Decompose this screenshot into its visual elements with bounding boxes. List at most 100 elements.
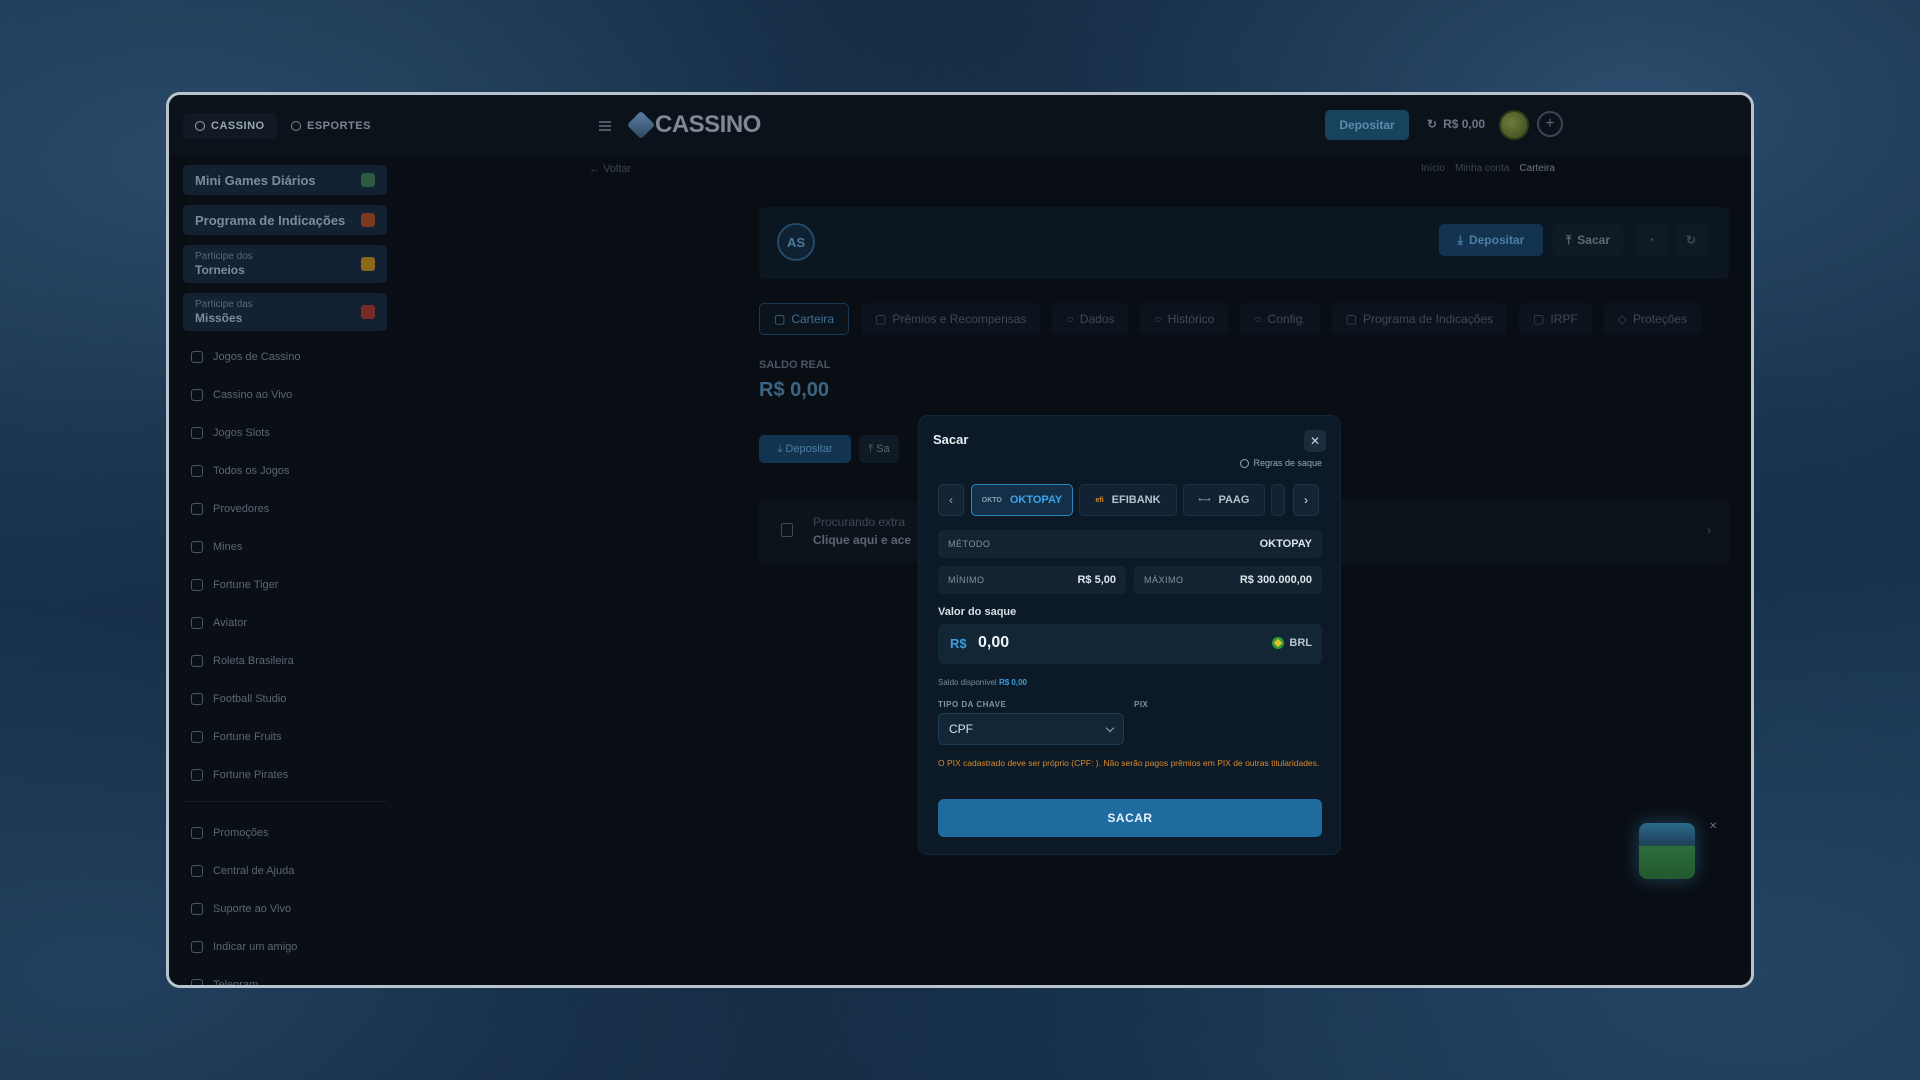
nav-suporte-ao-vivo[interactable]: Suporte ao Vivo bbox=[191, 903, 291, 915]
gear-icon: ○ bbox=[1254, 312, 1262, 326]
user-avatar[interactable]: AS bbox=[777, 223, 815, 261]
profile-deposit-button[interactable]: ⤓ Depositar bbox=[1439, 224, 1543, 256]
back-link[interactable]: ← Voltar bbox=[589, 163, 631, 175]
rules-label: Regras de saque bbox=[1253, 458, 1322, 468]
nav-jogos-slots[interactable]: Jogos Slots bbox=[191, 427, 270, 439]
help-icon bbox=[191, 865, 203, 877]
prev-method-button[interactable]: ‹ bbox=[938, 484, 964, 516]
next-method-button[interactable]: › bbox=[1293, 484, 1319, 516]
tab-historico[interactable]: ○ Histórico bbox=[1140, 303, 1229, 335]
nav-central-de-ajuda[interactable]: Central de Ajuda bbox=[191, 865, 294, 877]
max-key: MÁXIMO bbox=[1144, 575, 1184, 585]
promo-subtitle: Participe dos bbox=[195, 251, 253, 262]
method-efibank[interactable]: efi EFIBANK bbox=[1079, 484, 1177, 516]
games-icon bbox=[191, 465, 203, 477]
withdraw-rules-link[interactable]: Regras de saque bbox=[1240, 458, 1322, 468]
saldo-withdraw-button[interactable]: ⤒ Sa bbox=[859, 435, 899, 463]
target-icon bbox=[361, 305, 375, 319]
promo-torneios[interactable]: Participe dos Torneios bbox=[183, 245, 387, 283]
provider-icon bbox=[191, 503, 203, 515]
mines-icon bbox=[191, 541, 203, 553]
tab-indicacoes[interactable]: ▢ Programa de Indicações bbox=[1331, 303, 1508, 335]
amount-input[interactable]: R$ 0,00 BRL bbox=[938, 624, 1322, 664]
add-button[interactable]: + bbox=[1537, 111, 1563, 137]
dice-icon bbox=[361, 173, 375, 187]
nav-provedores[interactable]: Provedores bbox=[191, 503, 269, 515]
tab-protecoes[interactable]: ◇ Proteções bbox=[1603, 303, 1701, 335]
currency-code: BRL bbox=[1289, 637, 1312, 649]
chevron-left-icon: ‹ bbox=[949, 493, 953, 507]
nav-mines[interactable]: Mines bbox=[191, 541, 242, 553]
method-paag[interactable]: •—• PAAG bbox=[1183, 484, 1265, 516]
promo-title: Torneios bbox=[195, 263, 245, 277]
nav-telegram[interactable]: Telegram bbox=[191, 979, 258, 985]
promo-subtitle: Participe das bbox=[195, 299, 253, 310]
tab-premios[interactable]: ▢ Prêmios e Recompensas bbox=[861, 303, 1041, 335]
efibank-logo: efi bbox=[1095, 496, 1104, 504]
tab-config[interactable]: ○ Config. bbox=[1240, 303, 1320, 335]
tab-label: Proteções bbox=[1632, 312, 1687, 326]
tab-irpf[interactable]: ▢ IRPF bbox=[1519, 303, 1592, 335]
tab-cassino[interactable]: CASSINO bbox=[183, 113, 277, 139]
nav-label: Todos os Jogos bbox=[213, 465, 290, 477]
menu-icon[interactable] bbox=[599, 121, 611, 131]
breadcrumb-item[interactable]: Início bbox=[1421, 163, 1445, 174]
promo-mini-games[interactable]: Mini Games Diários bbox=[183, 165, 387, 195]
min-value: R$ 5,00 bbox=[1077, 574, 1116, 586]
profile-withdraw-button[interactable]: ⤒ Sacar bbox=[1553, 224, 1623, 256]
pirate-icon bbox=[191, 769, 203, 781]
nav-promocoes[interactable]: Promoções bbox=[191, 827, 269, 839]
saldo-label: SALDO REAL bbox=[759, 359, 831, 371]
live-icon bbox=[191, 389, 203, 401]
sidebar: Mini Games Diários Programa de Indicaçõe… bbox=[169, 155, 399, 985]
promo-missoes[interactable]: Participe das Missões bbox=[183, 293, 387, 331]
tab-esportes[interactable]: ESPORTES bbox=[279, 113, 383, 139]
close-icon[interactable]: ✕ bbox=[1304, 430, 1326, 452]
balance-display[interactable]: ↻ R$ 0,00 bbox=[1427, 117, 1485, 131]
promo-indicacoes[interactable]: Programa de Indicações bbox=[183, 205, 387, 235]
tab-carteira[interactable]: ▢ Carteira bbox=[759, 303, 850, 335]
chat-icon bbox=[191, 903, 203, 915]
close-icon[interactable]: ✕ bbox=[1709, 821, 1717, 832]
currency-selector[interactable]: BRL bbox=[1272, 637, 1312, 649]
method-label: OKTOPAY bbox=[1009, 494, 1063, 506]
nav-label: Cassino ao Vivo bbox=[213, 389, 293, 401]
promo-title: Missões bbox=[195, 311, 243, 325]
fruit-icon bbox=[191, 731, 203, 743]
balance-value: R$ 0,00 bbox=[1443, 117, 1486, 131]
nav-aviator[interactable]: Aviator bbox=[191, 617, 247, 629]
amount-value: 0,00 bbox=[978, 634, 1010, 651]
saldo-deposit-button[interactable]: ⤓ Depositar bbox=[759, 435, 851, 463]
nav-fortune-pirates[interactable]: Fortune Pirates bbox=[191, 769, 288, 781]
method-oktopay[interactable]: OKTO OKTOPAY bbox=[971, 484, 1073, 516]
tab-label: Config. bbox=[1267, 312, 1306, 326]
method-label: PAAG bbox=[1218, 494, 1250, 506]
nav-football-studio[interactable]: Football Studio bbox=[191, 693, 286, 705]
nav-label: Fortune Fruits bbox=[213, 731, 282, 743]
nav-roleta-brasileira[interactable]: Roleta Brasileira bbox=[191, 655, 294, 667]
nav-fortune-fruits[interactable]: Fortune Fruits bbox=[191, 731, 281, 743]
logo[interactable]: CASSINO bbox=[626, 110, 761, 140]
deposit-button[interactable]: Depositar bbox=[1325, 110, 1409, 140]
nav-fortune-tiger[interactable]: Fortune Tiger bbox=[191, 579, 278, 591]
tab-label: Dados bbox=[1079, 312, 1115, 326]
method-partial[interactable] bbox=[1271, 484, 1285, 516]
tab-dados[interactable]: ○ Dados bbox=[1052, 303, 1129, 335]
avatar[interactable] bbox=[1499, 110, 1529, 140]
chevron-right-icon: › bbox=[1707, 523, 1711, 537]
account-tabs: ▢ Carteira ▢ Prêmios e Recompensas ○ Dados … bbox=[759, 303, 1701, 335]
key-type-select[interactable]: CPF bbox=[938, 713, 1124, 745]
modal-title: Sacar bbox=[933, 432, 969, 447]
bell-icon[interactable]: ◔ bbox=[1635, 224, 1667, 256]
sacar-button[interactable]: SACAR bbox=[938, 799, 1322, 837]
key-type-value: CPF bbox=[949, 722, 973, 736]
refresh-icon[interactable]: ↻ bbox=[1675, 224, 1707, 256]
sidebar-divider bbox=[183, 801, 387, 802]
gift-chest-widget[interactable] bbox=[1639, 823, 1695, 879]
nav-jogos-de-cassino[interactable]: Jogos de Cassino bbox=[191, 351, 300, 363]
nav-cassino-ao-vivo[interactable]: Cassino ao Vivo bbox=[191, 389, 292, 401]
tiger-icon bbox=[191, 579, 203, 591]
nav-indicar-amigo[interactable]: Indicar um amigo bbox=[191, 941, 297, 953]
breadcrumb-item[interactable]: Minha conta bbox=[1455, 163, 1509, 174]
nav-todos-os-jogos[interactable]: Todos os Jogos bbox=[191, 465, 289, 477]
